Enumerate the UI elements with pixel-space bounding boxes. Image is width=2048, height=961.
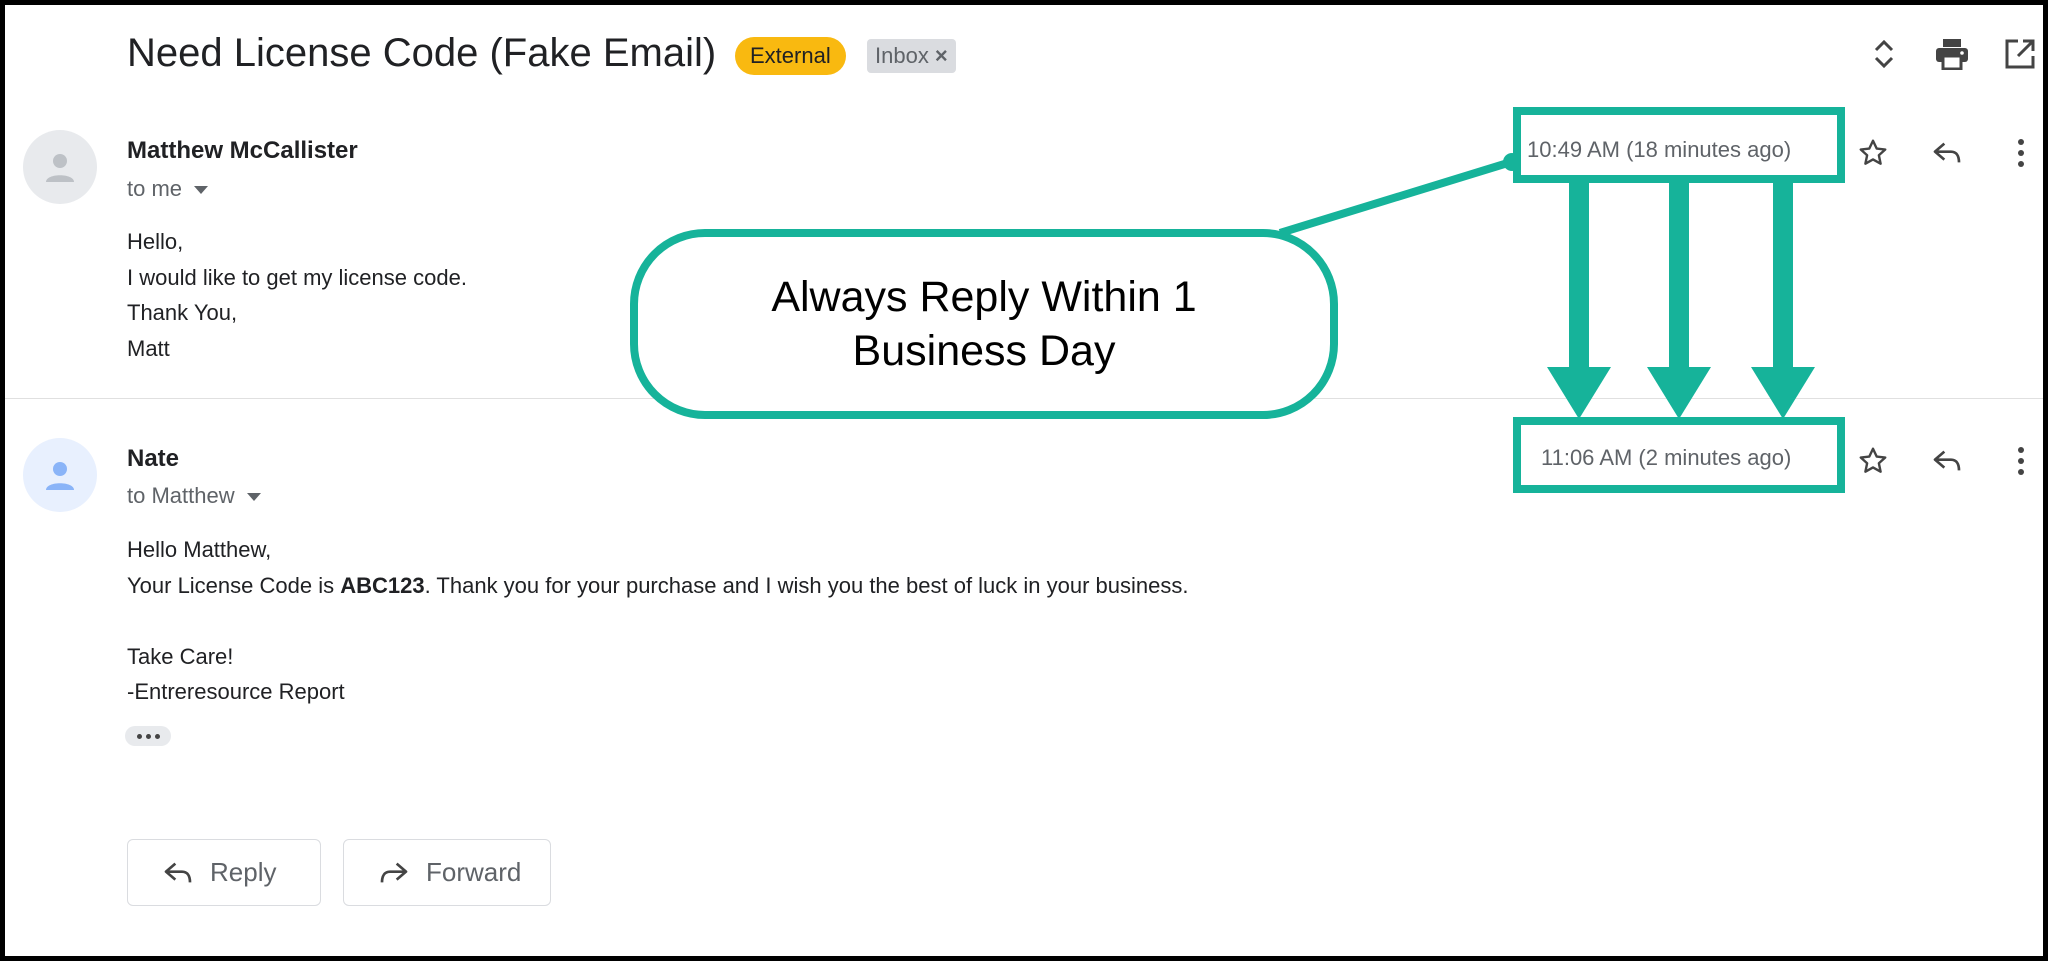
reply-button[interactable]: Reply <box>127 839 321 906</box>
callout-text: Business Day <box>852 327 1116 375</box>
reply-icon[interactable] <box>1925 131 1969 175</box>
timestamp-highlight-box <box>1513 417 1845 493</box>
callout-text: Always Reply Within 1 <box>771 273 1197 321</box>
body-line: Hello, <box>127 229 184 254</box>
body-line: I would like to get my license code. <box>127 264 467 290</box>
callout-pointer-line <box>1278 158 1513 237</box>
body-text: Your License Code is <box>127 572 341 598</box>
forward-button[interactable]: Forward <box>343 839 551 906</box>
down-arrow-icon <box>1751 179 1815 419</box>
recipient-details[interactable]: to me <box>127 176 209 202</box>
body-line: Thank You, <box>127 300 238 325</box>
body-line: Matt <box>127 335 170 361</box>
message-body: Hello, I would like to get my license co… <box>127 224 467 366</box>
recipient-text: to Matthew <box>127 483 235 508</box>
down-arrow-icon <box>1547 179 1611 419</box>
body-line: -Entreresource Report <box>127 679 345 704</box>
message-body: Hello Matthew, Your License Code is ABC1… <box>127 532 1189 710</box>
email-thread-view: Need License Code (Fake Email) External … <box>5 5 2043 956</box>
show-trimmed-content-button[interactable] <box>125 726 171 746</box>
more-options-icon[interactable] <box>1999 131 2043 175</box>
annotation-callout: Always Reply Within 1 Business Day <box>630 229 1338 419</box>
print-icon[interactable] <box>1931 33 1973 75</box>
recipient-text: to me <box>127 176 183 201</box>
email-subject: Need License Code (Fake Email) <box>127 31 717 75</box>
sender-name[interactable]: Matthew McCallister <box>127 137 358 165</box>
body-line: Hello Matthew, <box>127 537 272 562</box>
body-line: Your License Code is ABC123. Thank you f… <box>127 568 1189 604</box>
star-icon[interactable] <box>1851 131 1895 175</box>
sender-name[interactable]: Nate <box>127 445 179 473</box>
remove-label-button[interactable]: × <box>935 39 948 73</box>
license-code: ABC123 <box>340 572 425 598</box>
avatar[interactable] <box>23 438 97 512</box>
more-options-icon[interactable] <box>1999 439 2043 483</box>
body-text: . Thank you for your purchase and I wish… <box>424 572 1189 598</box>
recipient-details[interactable]: to Matthew <box>127 483 261 509</box>
forward-button-label: Forward <box>426 857 522 887</box>
inbox-label-text: Inbox <box>875 43 929 68</box>
reply-button-label: Reply <box>210 857 277 887</box>
forward-icon <box>380 862 408 882</box>
reply-icon[interactable] <box>1925 439 1969 483</box>
open-in-new-window-icon[interactable] <box>1999 33 2041 75</box>
expand-collapse-icon[interactable] <box>1863 33 1905 75</box>
reply-icon <box>164 862 192 882</box>
star-icon[interactable] <box>1851 439 1895 483</box>
inbox-label[interactable]: Inbox × <box>867 39 956 73</box>
chevron-down-icon <box>246 493 261 502</box>
timestamp-highlight-box <box>1513 107 1845 183</box>
chevron-down-icon <box>194 186 209 195</box>
avatar[interactable] <box>23 130 97 204</box>
down-arrow-icon <box>1647 179 1711 419</box>
body-line: Take Care! <box>127 643 234 669</box>
external-label: External <box>735 37 846 75</box>
